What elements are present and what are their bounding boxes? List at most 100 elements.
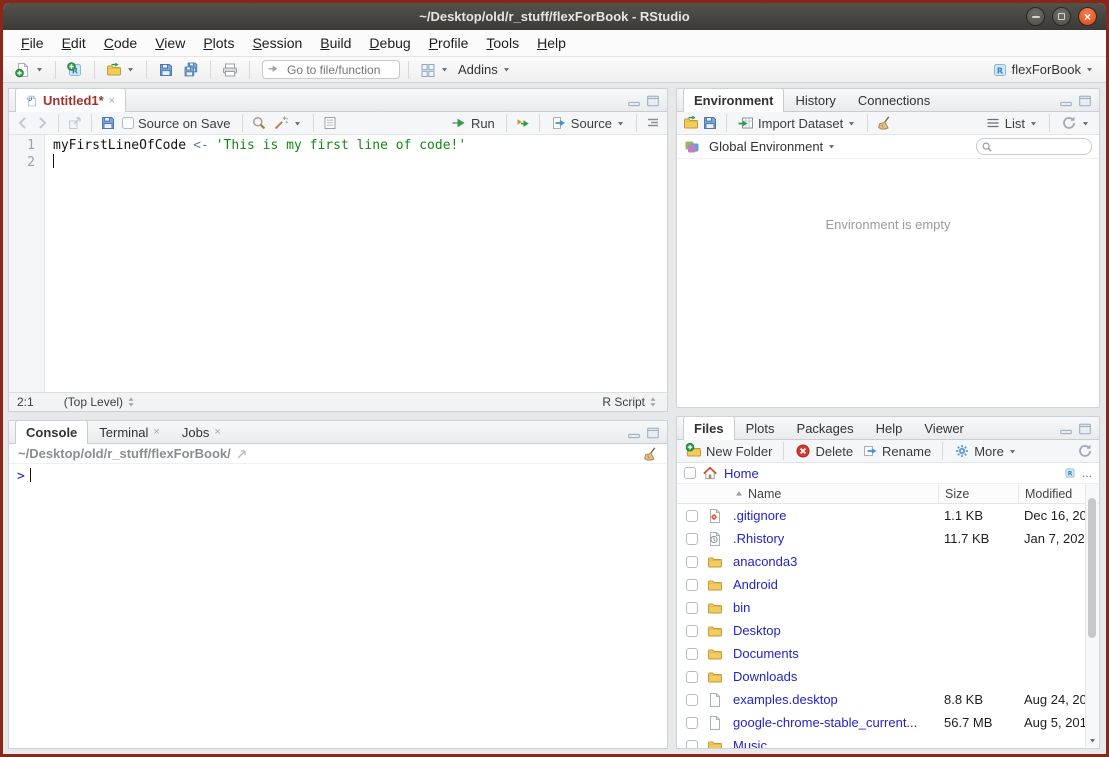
files-scrollbar[interactable] bbox=[1085, 484, 1098, 747]
open-in-new-window-icon[interactable] bbox=[67, 115, 83, 131]
list-view-button[interactable]: List bbox=[982, 114, 1041, 132]
print-button[interactable] bbox=[219, 61, 241, 79]
environment-search-input[interactable] bbox=[976, 138, 1092, 155]
column-header-name[interactable]: Name bbox=[733, 487, 938, 501]
file-name-link[interactable]: bin bbox=[733, 600, 750, 615]
file-checkbox[interactable] bbox=[686, 648, 698, 660]
clear-environment-icon[interactable] bbox=[876, 115, 892, 131]
files-pane-tab[interactable]: Help bbox=[865, 416, 914, 439]
menu-item[interactable]: Tools bbox=[477, 35, 528, 51]
file-row[interactable]: anaconda3 bbox=[677, 550, 1086, 573]
menu-item[interactable]: Debug bbox=[360, 35, 419, 51]
menu-item[interactable]: Plots bbox=[194, 35, 243, 51]
back-icon[interactable] bbox=[15, 115, 31, 131]
refresh-icon[interactable] bbox=[1077, 443, 1093, 459]
goto-directory-icon[interactable] bbox=[236, 448, 248, 460]
files-pane-tab[interactable]: Packages bbox=[786, 416, 865, 439]
delete-button[interactable]: Delete bbox=[792, 442, 856, 460]
file-checkbox[interactable] bbox=[686, 625, 698, 637]
more-button[interactable]: More bbox=[951, 442, 1020, 460]
addins-menu-button[interactable]: Addins bbox=[455, 61, 514, 78]
import-dataset-button[interactable]: Import Dataset bbox=[735, 114, 859, 132]
file-name-link[interactable]: Music bbox=[733, 738, 767, 748]
minimize-pane-icon[interactable] bbox=[627, 94, 641, 108]
file-name-link[interactable]: anaconda3 bbox=[733, 554, 797, 569]
save-all-button[interactable] bbox=[180, 61, 202, 79]
new-file-button[interactable] bbox=[12, 61, 47, 79]
file-row[interactable]: .gitignore 1.1 KB Dec 16, 2019 bbox=[677, 504, 1086, 527]
maximize-pane-icon[interactable] bbox=[1078, 422, 1092, 436]
maximize-pane-icon[interactable] bbox=[1078, 94, 1092, 108]
console-output[interactable]: > bbox=[9, 464, 667, 748]
close-window-icon[interactable]: × bbox=[1078, 7, 1097, 26]
maximize-pane-icon[interactable] bbox=[646, 94, 660, 108]
file-checkbox[interactable] bbox=[686, 556, 698, 568]
close-tab-icon[interactable]: × bbox=[153, 426, 159, 438]
file-name-link[interactable]: Downloads bbox=[733, 669, 797, 684]
maximize-pane-icon[interactable] bbox=[646, 426, 660, 440]
menu-item[interactable]: Code bbox=[95, 35, 146, 51]
load-workspace-icon[interactable] bbox=[683, 115, 699, 131]
file-row[interactable]: Android bbox=[677, 573, 1086, 596]
source-on-save-checkbox[interactable]: Source on Save bbox=[119, 115, 234, 132]
console-tab[interactable]: Jobs × bbox=[171, 420, 232, 443]
scope-selector[interactable]: (Top Level) bbox=[64, 395, 137, 409]
files-pane-tab[interactable]: Plots bbox=[735, 416, 786, 439]
file-name-link[interactable]: google-chrome-stable_current... bbox=[733, 715, 917, 730]
file-row[interactable]: Music bbox=[677, 734, 1086, 748]
breadcrumb-home-link[interactable]: Home bbox=[724, 466, 759, 481]
menu-item[interactable]: Build bbox=[311, 35, 360, 51]
menu-item[interactable]: View bbox=[146, 35, 194, 51]
minimize-pane-icon[interactable] bbox=[1059, 422, 1073, 436]
file-name-link[interactable]: examples.desktop bbox=[733, 692, 838, 707]
new-project-button[interactable]: R bbox=[64, 61, 86, 79]
pane-layout-button[interactable] bbox=[417, 61, 452, 79]
menu-item[interactable]: Session bbox=[243, 35, 311, 51]
column-header-modified[interactable]: Modified bbox=[1018, 484, 1086, 503]
file-checkbox[interactable] bbox=[686, 694, 698, 706]
clear-console-icon[interactable] bbox=[642, 446, 658, 462]
source-button[interactable]: Source bbox=[548, 114, 628, 132]
compile-report-icon[interactable] bbox=[322, 115, 338, 131]
file-checkbox[interactable] bbox=[686, 740, 698, 749]
file-checkbox[interactable] bbox=[686, 579, 698, 591]
file-checkbox[interactable] bbox=[686, 510, 698, 522]
new-folder-button[interactable]: New Folder bbox=[683, 442, 775, 460]
minimize-pane-icon[interactable] bbox=[627, 426, 641, 440]
files-pane-tab[interactable]: Files bbox=[683, 416, 735, 440]
environment-tab[interactable]: History bbox=[784, 88, 846, 111]
file-row[interactable]: Documents bbox=[677, 642, 1086, 665]
file-name-link[interactable]: Android bbox=[733, 577, 778, 592]
forward-icon[interactable] bbox=[34, 115, 50, 131]
console-tab[interactable]: Terminal × bbox=[88, 420, 171, 443]
save-workspace-icon[interactable] bbox=[702, 115, 718, 131]
file-name-link[interactable]: Documents bbox=[733, 646, 799, 661]
file-checkbox[interactable] bbox=[686, 533, 698, 545]
maximize-window-icon[interactable] bbox=[1052, 7, 1071, 26]
global-environment-selector[interactable]: Global Environment bbox=[706, 138, 839, 155]
document-outline-icon[interactable] bbox=[645, 115, 661, 131]
select-all-checkbox[interactable] bbox=[684, 467, 696, 479]
file-checkbox[interactable] bbox=[686, 717, 698, 729]
goto-file-input[interactable] bbox=[262, 60, 400, 79]
environment-tab[interactable]: Environment bbox=[683, 88, 784, 112]
file-name-link[interactable]: .gitignore bbox=[733, 508, 786, 523]
menu-item[interactable]: File bbox=[12, 35, 53, 51]
column-header-size[interactable]: Size bbox=[938, 484, 1018, 503]
run-button[interactable]: Run bbox=[448, 114, 498, 132]
file-row[interactable]: bin bbox=[677, 596, 1086, 619]
column-options-button[interactable]: ... bbox=[1082, 466, 1092, 480]
rename-button[interactable]: Rename bbox=[859, 442, 934, 460]
scroll-down-arrow-icon[interactable] bbox=[1088, 736, 1097, 745]
menu-item[interactable]: Profile bbox=[420, 35, 478, 51]
file-row[interactable]: .Rhistory 11.7 KB Jan 7, 2020, bbox=[677, 527, 1086, 550]
file-checkbox[interactable] bbox=[686, 671, 698, 683]
file-name-link[interactable]: Desktop bbox=[733, 623, 781, 638]
file-checkbox[interactable] bbox=[686, 602, 698, 614]
save-button[interactable] bbox=[155, 61, 177, 79]
files-pane-tab[interactable]: Viewer bbox=[913, 416, 975, 439]
tab-untitled1[interactable]: R Untitled1* × bbox=[15, 88, 126, 112]
environment-tab[interactable]: Connections bbox=[847, 88, 941, 111]
scrollbar-thumb[interactable] bbox=[1088, 498, 1096, 638]
file-row[interactable]: google-chrome-stable_current... 56.7 MB … bbox=[677, 711, 1086, 734]
